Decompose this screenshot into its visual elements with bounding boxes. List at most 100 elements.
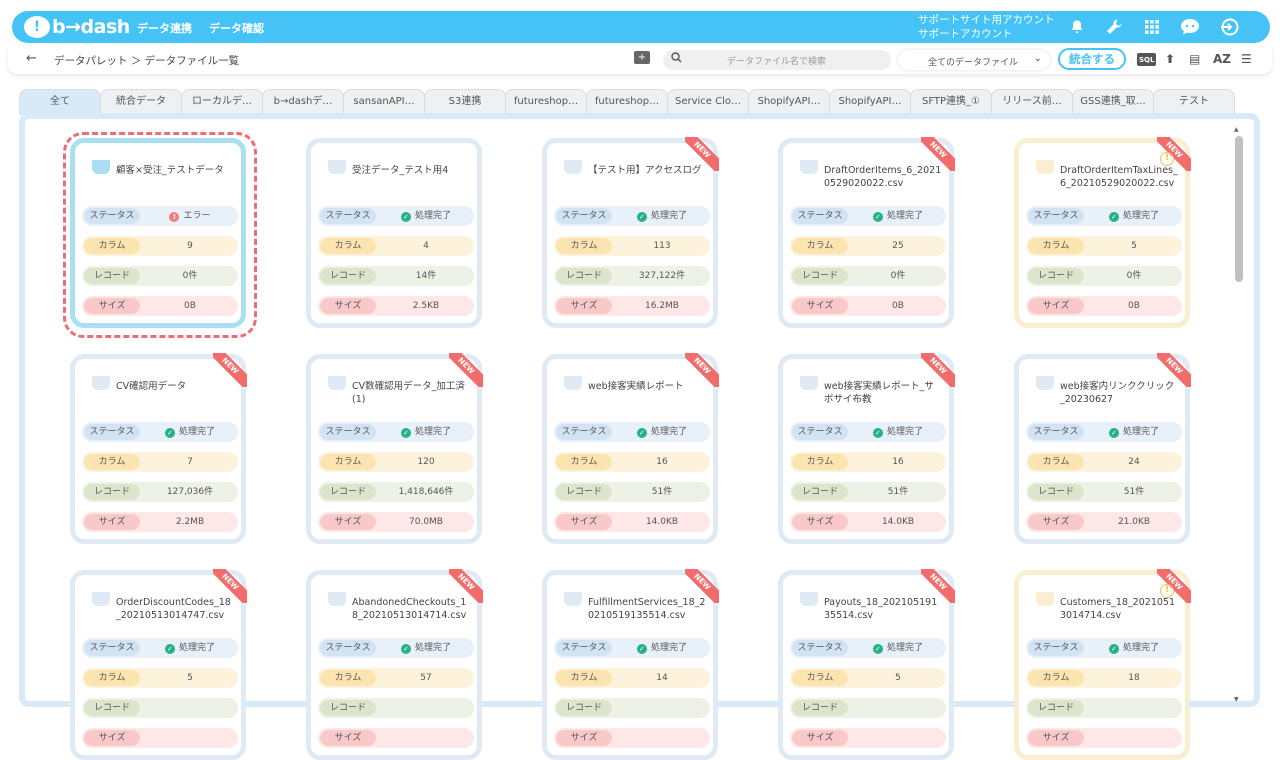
tab-7[interactable]: futureshop… xyxy=(586,89,668,113)
status-row: ステータス ✓ 処理完了 xyxy=(554,206,710,226)
logo-text: b→dash xyxy=(52,16,130,38)
size-cell: 0B xyxy=(852,298,944,314)
size-row: サイズ 2.5KB xyxy=(318,296,474,316)
add-folder-icon[interactable]: + xyxy=(634,51,650,64)
sql-icon[interactable]: SQL xyxy=(1137,53,1157,66)
wrench-icon[interactable] xyxy=(1103,16,1125,38)
records-row: レコード 51件 xyxy=(790,482,946,502)
record-label: レコード xyxy=(792,268,848,284)
size-label: サイズ xyxy=(320,298,376,314)
search-input[interactable]: データファイル名で検索 xyxy=(663,50,891,70)
back-arrow-icon[interactable]: ← xyxy=(26,51,37,66)
size-label: サイズ xyxy=(556,298,612,314)
scroll-down-icon[interactable]: ▼ xyxy=(1234,696,1239,703)
tab-6[interactable]: futureshop… xyxy=(505,89,587,113)
records-value: 0件 xyxy=(890,271,906,281)
account-info[interactable]: サポートサイト用アカウント サポートアカウント xyxy=(918,13,1055,41)
file-card[interactable]: NEW OrderDiscountCodes_18_20210513014747.… xyxy=(70,569,247,760)
file-card[interactable]: NEW! Customers_18_20210513014714.csv ステータス… xyxy=(1014,569,1191,760)
records-cell: 1,418,646件 xyxy=(380,484,472,500)
file-card[interactable]: NEW AbandonedCheckouts_18_20210513014714.… xyxy=(306,569,483,760)
columns-value: 113 xyxy=(653,241,671,251)
records-value: 51件 xyxy=(651,487,673,497)
file-card[interactable]: NEW DraftOrderItems_6_20210529020022.csv ス… xyxy=(778,137,955,328)
size-label: サイズ xyxy=(320,730,376,746)
size-label: サイズ xyxy=(556,730,612,746)
tab-1[interactable]: 統合データ xyxy=(100,89,182,113)
grid-icon[interactable] xyxy=(1141,16,1163,38)
columns-row: カラム 5 xyxy=(1026,236,1182,256)
file-card[interactable]: NEW CV確認用データ ステータス ✓ 処理完了 カラム 7 レコード 127,036件 サイズ… xyxy=(70,353,247,544)
file-card[interactable]: NEW web接客実績レポート ステータス ✓ 処理完了 カラム 16 レコード 51件 サイズ 1… xyxy=(542,353,719,544)
logout-icon[interactable] xyxy=(1218,16,1240,38)
size-cell xyxy=(852,730,944,746)
column-label: カラム xyxy=(556,454,612,470)
file-fold-icon xyxy=(1036,592,1054,606)
file-fold-icon xyxy=(800,160,818,174)
tab-2[interactable]: ローカルデ… xyxy=(181,89,263,113)
tab-14[interactable]: テスト xyxy=(1153,89,1235,113)
scrollbar-thumb[interactable] xyxy=(1235,136,1243,282)
card-title: Payouts_18_20210519135514.csv xyxy=(824,597,938,621)
scroll-up-icon[interactable]: ▲ xyxy=(1234,126,1239,133)
records-cell xyxy=(1088,700,1180,716)
size-row: サイズ 14.0KB xyxy=(554,512,710,532)
scrollbar[interactable]: ▲ ▼ xyxy=(1233,126,1243,703)
size-row: サイズ 2.2MB xyxy=(82,512,238,532)
chevron-down-icon: ⌄ xyxy=(1033,53,1042,64)
file-card[interactable]: NEW web接客内リンククリック_20230627 ステータス ✓ 処理完了 カラム 24… xyxy=(1014,353,1191,544)
breadcrumb: データパレット ＞ データファイル一覧 xyxy=(54,55,240,67)
sort-az-icon[interactable]: AZ xyxy=(1213,51,1231,67)
tab-12[interactable]: リリース前… xyxy=(991,89,1073,113)
status-row: ステータス ✓ 処理完了 xyxy=(1026,638,1182,658)
column-label: カラム xyxy=(792,238,848,254)
record-label: レコード xyxy=(84,484,140,500)
tab-0[interactable]: 全て xyxy=(19,89,101,115)
file-card[interactable]: NEW! DraftOrderItemTaxLines_6_20210529020… xyxy=(1014,137,1191,328)
account-name: サポートアカウント xyxy=(918,28,1013,40)
bell-icon[interactable] xyxy=(1066,16,1088,38)
file-filter-select[interactable]: 全てのデータファイル ⌄ xyxy=(898,50,1050,70)
columns-row: カラム 120 xyxy=(318,452,474,472)
size-cell xyxy=(144,730,236,746)
upload-icon[interactable]: ⬆ xyxy=(1165,51,1175,67)
records-value: 327,122件 xyxy=(638,271,686,281)
file-card[interactable]: NEW Payouts_18_20210519135514.csv ステータス ✓ 処理… xyxy=(778,569,955,760)
records-cell: 0件 xyxy=(852,268,944,284)
records-cell: 14件 xyxy=(380,268,472,284)
tab-4[interactable]: sansanAPI… xyxy=(343,89,425,113)
menu-icon[interactable]: ☰ xyxy=(1241,51,1252,67)
tab-8[interactable]: Service Clo… xyxy=(667,89,749,113)
tab-9[interactable]: ShopifyAPI… xyxy=(748,89,830,113)
nav-data-check[interactable]: データ確認 xyxy=(209,20,264,36)
sub-toolbar: ← データパレット ＞ データファイル一覧 + データファイル名で検索 全てのデ… xyxy=(8,46,1272,74)
columns-row: カラム 18 xyxy=(1026,668,1182,688)
columns-cell: 18 xyxy=(1088,670,1180,686)
records-row: レコード xyxy=(554,698,710,718)
file-card[interactable]: NEW FulfillmentServices_18_20210519135514… xyxy=(542,569,719,760)
logo[interactable]: ! b→dash xyxy=(24,15,130,39)
tab-3[interactable]: b→dashデ… xyxy=(262,89,344,113)
record-label: レコード xyxy=(320,268,376,284)
status-label: ステータス xyxy=(1028,640,1084,656)
tab-11[interactable]: SFTP連携_① xyxy=(910,89,992,113)
tab-13[interactable]: GSS連携_取… xyxy=(1072,89,1154,113)
columns-row: カラム 5 xyxy=(790,668,946,688)
columns-row: カラム 14 xyxy=(554,668,710,688)
size-cell: 2.5KB xyxy=(380,298,472,314)
list-view-icon[interactable]: ▤ xyxy=(1189,51,1200,67)
size-value: 14.0KB xyxy=(645,517,679,527)
tab-10[interactable]: ShopifyAPI… xyxy=(829,89,911,113)
file-card[interactable]: NEW CV数確認用データ_加工済(1) ステータス ✓ 処理完了 カラム 120 レコード 1… xyxy=(306,353,483,544)
status-row: ステータス ✓ 処理完了 xyxy=(318,638,474,658)
file-card[interactable]: NEW web接客実績レポート_サポサイ布教 ステータス ✓ 処理完了 カラム 16 レコード… xyxy=(778,353,955,544)
tab-5[interactable]: S3連携 xyxy=(424,89,506,113)
file-card[interactable]: 受注データ_テスト用4 ステータス ✓ 処理完了 カラム 4 レコード 14件 サイズ 2.5KB xyxy=(306,138,482,328)
chat-bubble-icon[interactable] xyxy=(1179,16,1201,38)
file-card[interactable]: NEW 【テスト用】アクセスログ ステータス ✓ 処理完了 カラム 113 レコード 327,1… xyxy=(542,137,719,328)
nav-data-integration[interactable]: データ連携 xyxy=(137,20,192,36)
status-row: ステータス ✓ 処理完了 xyxy=(1026,206,1182,226)
merge-button[interactable]: 統合する xyxy=(1058,48,1126,70)
records-cell: 0件 xyxy=(1088,268,1180,284)
status-cell: ✓ 処理完了 xyxy=(1088,640,1180,656)
